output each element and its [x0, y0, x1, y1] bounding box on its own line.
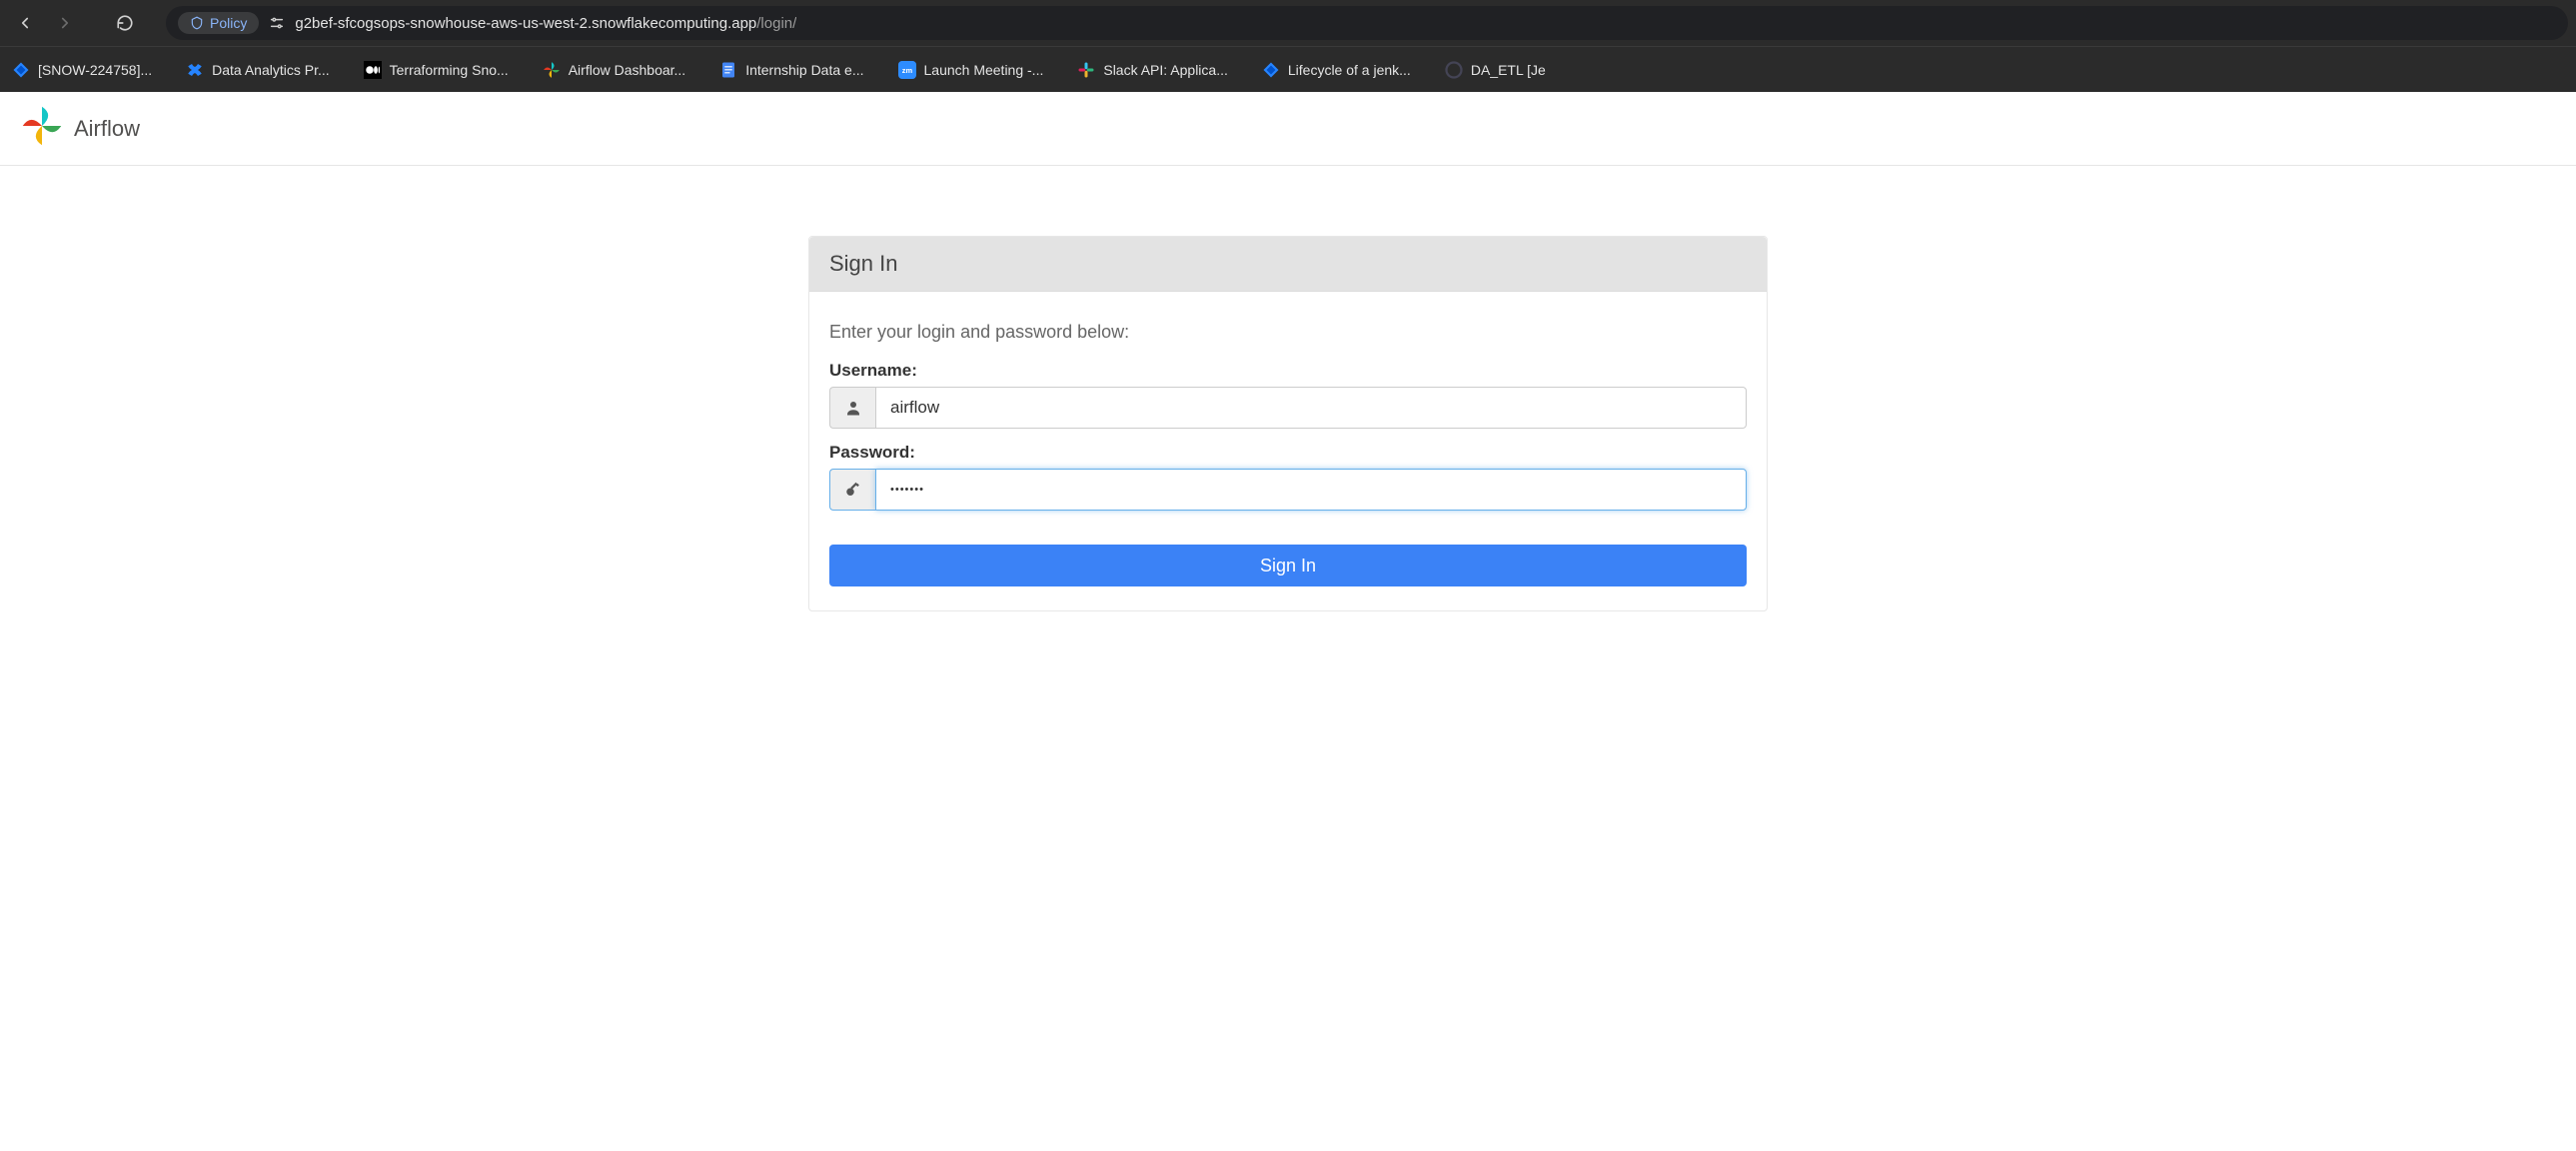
bookmark-label: Launch Meeting -...: [924, 62, 1044, 78]
zoom-icon: zm: [898, 61, 916, 79]
medium-icon: [364, 61, 382, 79]
app-header: Airflow: [0, 92, 2576, 166]
password-input-group: [829, 469, 1747, 511]
airflow-icon: [543, 61, 561, 79]
bookmark-item[interactable]: Data Analytics Pr...: [178, 55, 338, 85]
bookmark-label: [SNOW-224758]...: [38, 62, 152, 78]
password-label: Password:: [829, 443, 1747, 463]
bookmark-item[interactable]: zm Launch Meeting -...: [890, 55, 1052, 85]
address-bar[interactable]: Policy g2bef-sfcogsops-snowhouse-aws-us-…: [166, 6, 2568, 40]
nav-forward-button[interactable]: [48, 6, 82, 40]
browser-chrome: Policy g2bef-sfcogsops-snowhouse-aws-us-…: [0, 0, 2576, 92]
gdoc-icon: [719, 61, 737, 79]
svg-text:zm: zm: [901, 66, 912, 75]
panel-title: Sign In: [809, 237, 1767, 292]
login-panel: Sign In Enter your login and password be…: [808, 236, 1768, 611]
login-instruction: Enter your login and password below:: [829, 322, 1747, 343]
bookmark-label: Slack API: Applica...: [1103, 62, 1228, 78]
policy-label: Policy: [210, 15, 247, 31]
bookmark-item[interactable]: Slack API: Applica...: [1069, 55, 1236, 85]
bookmark-label: Airflow Dashboar...: [569, 62, 686, 78]
url-text: g2bef-sfcogsops-snowhouse-aws-us-west-2.…: [295, 15, 796, 32]
bookmark-label: Internship Data e...: [745, 62, 863, 78]
brand-title: Airflow: [74, 116, 140, 142]
jenkins-icon: [1445, 61, 1463, 79]
url-path: /login/: [756, 15, 796, 32]
bookmark-label: Terraforming Sno...: [390, 62, 509, 78]
bookmark-label: Data Analytics Pr...: [212, 62, 330, 78]
browser-toolbar: Policy g2bef-sfcogsops-snowhouse-aws-us-…: [0, 0, 2576, 46]
bookmark-label: Lifecycle of a jenk...: [1288, 62, 1411, 78]
bookmark-item[interactable]: Airflow Dashboar...: [535, 55, 694, 85]
person-icon: [829, 387, 875, 429]
username-label: Username:: [829, 361, 1747, 381]
page-content: Sign In Enter your login and password be…: [0, 166, 2576, 1151]
shield-icon: [190, 16, 204, 30]
username-input-group: [829, 387, 1747, 429]
nav-back-button[interactable]: [8, 6, 42, 40]
bookmark-item[interactable]: Lifecycle of a jenk...: [1254, 55, 1419, 85]
nav-reload-button[interactable]: [108, 6, 142, 40]
bookmark-item[interactable]: DA_ETL [Je: [1437, 55, 1554, 85]
site-settings-icon[interactable]: [269, 15, 285, 31]
slack-icon: [1077, 61, 1095, 79]
policy-chip[interactable]: Policy: [178, 12, 259, 34]
bookmark-label: DA_ETL [Je: [1471, 62, 1546, 78]
username-input[interactable]: [875, 387, 1747, 429]
airflow-logo-icon: [20, 104, 64, 153]
password-input[interactable]: [875, 469, 1747, 511]
bookmark-item[interactable]: Terraforming Sno...: [356, 55, 517, 85]
bookmark-item[interactable]: [SNOW-224758]...: [4, 55, 160, 85]
bookmark-item[interactable]: Internship Data e...: [711, 55, 871, 85]
jira-icon: [12, 61, 30, 79]
panel-body: Enter your login and password below: Use…: [809, 292, 1767, 610]
key-icon: [829, 469, 875, 511]
jira-icon: [1262, 61, 1280, 79]
url-host: g2bef-sfcogsops-snowhouse-aws-us-west-2.…: [295, 15, 756, 32]
bookmarks-bar: [SNOW-224758]... Data Analytics Pr... Terr…: [0, 46, 2576, 92]
confluence-icon: [186, 61, 204, 79]
signin-button[interactable]: Sign In: [829, 545, 1747, 586]
